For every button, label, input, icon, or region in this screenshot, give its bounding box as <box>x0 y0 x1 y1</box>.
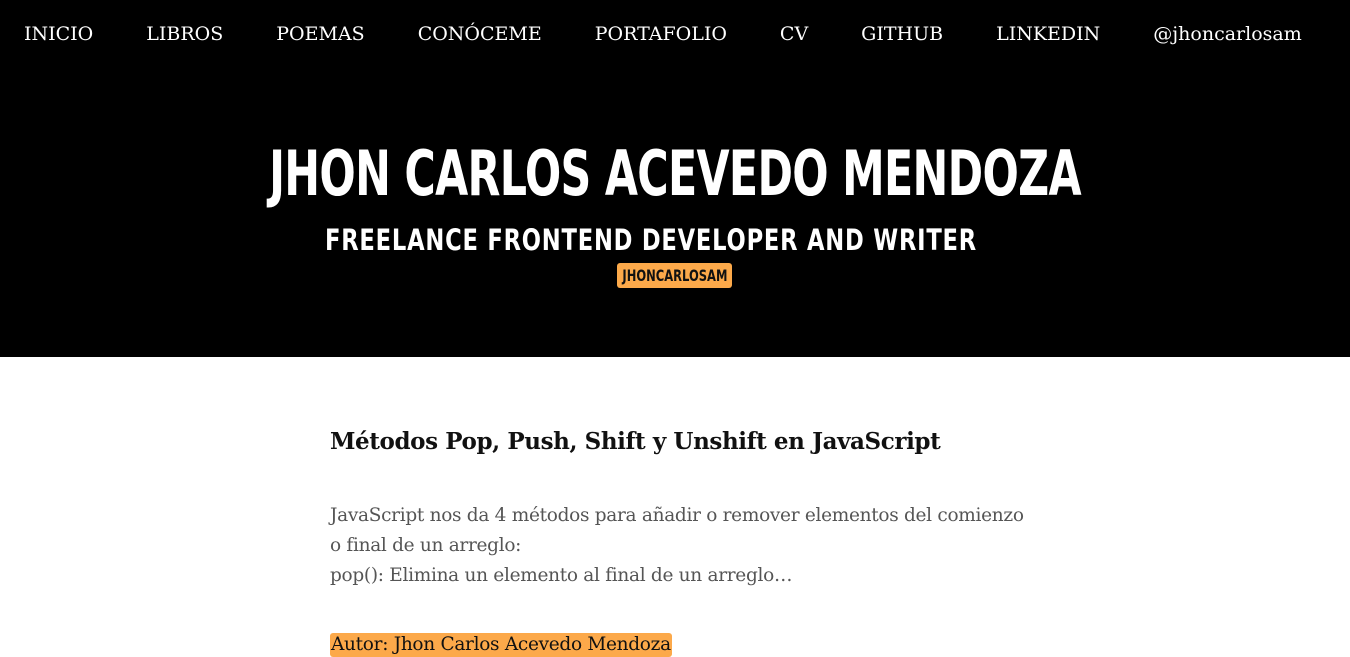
nav-link-portafolio[interactable]: PORTAFOLIO <box>595 20 727 48</box>
post-title[interactable]: Métodos Pop, Push, Shift y Unshift en Ja… <box>330 420 1030 464</box>
nav-link-linkedin[interactable]: LINKEDIN <box>996 20 1100 48</box>
nav-link-github[interactable]: GITHUB <box>861 20 943 48</box>
handle-badge-label: JHONCARLOSAM <box>621 266 728 285</box>
site-title: JHON CARLOS ACEVEDO MENDOZA <box>269 137 1082 210</box>
nav-link-poemas[interactable]: POEMAS <box>276 20 364 48</box>
post-excerpt-line: o final de un arreglo: <box>330 535 522 556</box>
post-excerpt-line: JavaScript nos da 4 métodos para añadir … <box>330 505 1024 526</box>
post-author: Autor: Jhon Carlos Acevedo Mendoza <box>330 633 672 657</box>
nav-link-twitter-handle[interactable]: @jhoncarlosam <box>1153 20 1301 48</box>
site-subtitle: FREELANCE FRONTEND DEVELOPER AND WRITER <box>324 223 977 257</box>
nav-link-inicio[interactable]: INICIO <box>24 20 93 48</box>
nav-link-conoceme[interactable]: CONÓCEME <box>418 20 542 48</box>
post-excerpt: JavaScript nos da 4 métodos para añadir … <box>330 501 1030 591</box>
handle-badge[interactable]: JHONCARLOSAM <box>617 263 732 288</box>
site-header: INICIO LIBROS POEMAS CONÓCEME PORTAFOLIO… <box>0 0 1350 357</box>
post-list: Métodos Pop, Push, Shift y Unshift en Ja… <box>330 420 1030 657</box>
post-excerpt-line: pop(): Elimina un elemento al final de u… <box>330 565 793 586</box>
post-card: Métodos Pop, Push, Shift y Unshift en Ja… <box>330 420 1030 657</box>
nav-link-libros[interactable]: LIBROS <box>146 20 223 48</box>
top-navigation: INICIO LIBROS POEMAS CONÓCEME PORTAFOLIO… <box>24 20 1302 48</box>
nav-link-cv[interactable]: CV <box>780 20 808 48</box>
